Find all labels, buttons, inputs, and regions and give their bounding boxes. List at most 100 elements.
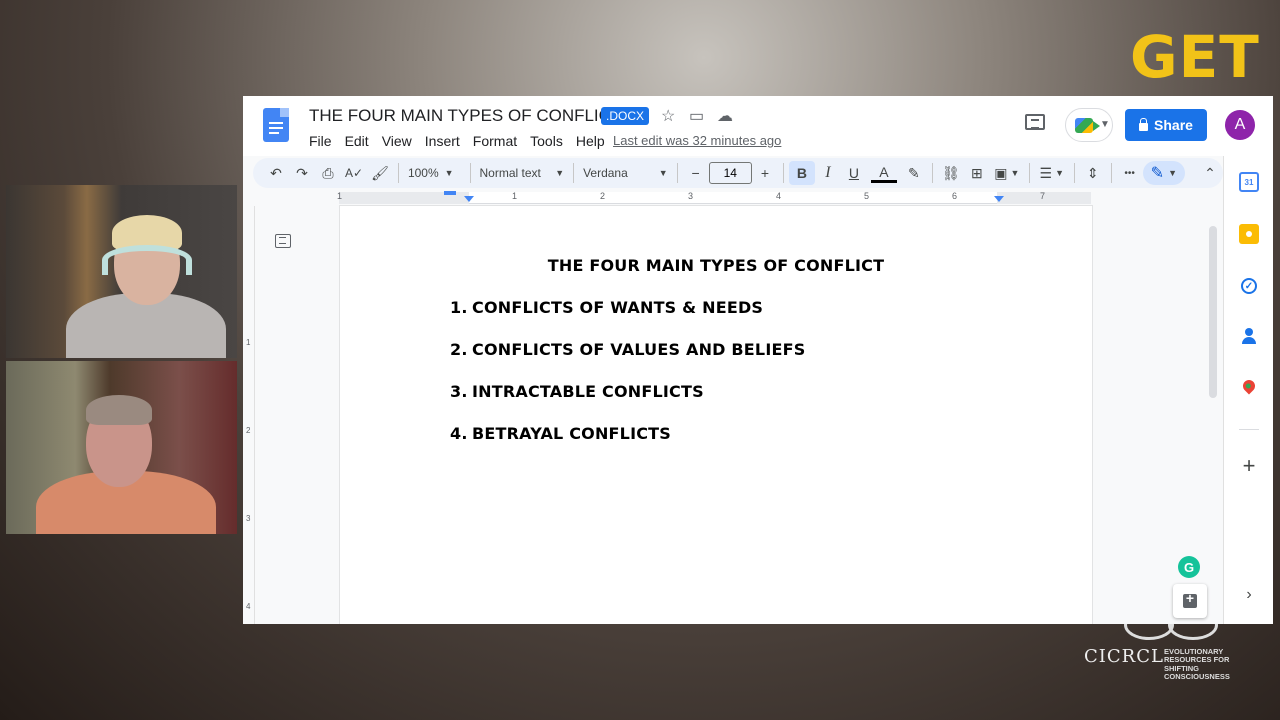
add-addon-plus-icon[interactable]: +	[1239, 455, 1259, 477]
ruler-number: 1	[246, 338, 251, 347]
contacts-icon[interactable]	[1239, 326, 1259, 346]
zoom-select[interactable]: 100% ▼	[404, 166, 465, 180]
text-color-button[interactable]: A	[870, 163, 897, 183]
move-folder-icon[interactable]: ▭	[689, 106, 704, 126]
docs-logo-icon[interactable]	[263, 108, 289, 142]
bold-button[interactable]: B	[788, 161, 815, 185]
document-outline-icon[interactable]	[275, 234, 291, 248]
redo-icon[interactable]: ↷	[289, 161, 315, 185]
document-page[interactable]: THE FOUR MAIN TYPES OF CONFLICT 1. CONFL…	[340, 206, 1092, 624]
right-indent-marker[interactable]	[994, 196, 1004, 202]
paint-format-icon[interactable]: 🖌︎	[367, 161, 393, 185]
italic-button[interactable]: I	[815, 161, 841, 185]
webcam-participant-2	[6, 361, 237, 534]
ruler-number: 3	[688, 191, 694, 201]
hide-menus-chevron-up-icon[interactable]: ⌃	[1197, 161, 1223, 185]
ruler-number: 3	[246, 514, 251, 523]
decrease-font-size-button[interactable]: −	[683, 161, 709, 185]
list-number: 1.	[450, 298, 468, 317]
ruler-number: 4	[246, 602, 251, 611]
more-options-button[interactable]: •••	[1117, 161, 1143, 185]
ruler-number: 4	[776, 191, 782, 201]
avatar[interactable]: A	[1225, 110, 1255, 140]
list-text: CONFLICTS OF VALUES AND BELIEFS	[472, 340, 806, 359]
google-docs-window: THE FOUR MAIN TYPES OF CONFLICT .DOCX ☆ …	[243, 96, 1273, 624]
first-line-indent-marker[interactable]	[444, 191, 456, 195]
chevron-down-icon: ▼	[1168, 168, 1177, 178]
menu-format[interactable]: Format	[473, 133, 517, 149]
vertical-ruler[interactable]: 1 2 3 4	[243, 206, 255, 624]
webcam-participant-1	[6, 185, 237, 358]
chevron-down-icon: ▼	[1100, 119, 1110, 130]
document-title[interactable]: THE FOUR MAIN TYPES OF CONFLICT	[309, 106, 621, 126]
list-item: 1. CONFLICTS OF WANTS & NEEDS	[450, 298, 805, 340]
grammarly-icon[interactable]: G	[1178, 556, 1200, 578]
star-icon[interactable]: ☆	[661, 106, 675, 126]
cloud-status-icon[interactable]: ☁	[717, 106, 733, 126]
ruler-number: 1	[512, 191, 518, 201]
comment-history-icon[interactable]	[1025, 114, 1045, 130]
zoom-value: 100%	[407, 166, 439, 180]
share-button[interactable]: Share	[1125, 109, 1207, 141]
menu-tools[interactable]: Tools	[530, 133, 563, 149]
font-size-input[interactable]: 14	[708, 162, 752, 184]
document-heading: THE FOUR MAIN TYPES OF CONFLICT	[547, 256, 885, 275]
vertical-scrollbar[interactable]	[1209, 226, 1217, 398]
show-side-panel-chevron-icon[interactable]: ›	[1239, 586, 1259, 604]
list-item: 2. CONFLICTS OF VALUES AND BELIEFS	[450, 340, 805, 382]
participant-2-hair	[86, 395, 152, 425]
ruler-number: 2	[246, 426, 251, 435]
last-edit-link[interactable]: Last edit was 32 minutes ago	[613, 133, 781, 148]
brand-name: CICRCL	[1084, 646, 1164, 667]
chevron-down-icon: ▼	[444, 168, 454, 178]
highlight-icon[interactable]: ✎	[901, 161, 927, 185]
list-text: CONFLICTS OF WANTS & NEEDS	[472, 298, 764, 317]
meet-button[interactable]: ▼	[1065, 108, 1113, 142]
style-select[interactable]: Normal text ▼	[476, 166, 569, 180]
calendar-icon[interactable]: 31	[1239, 172, 1259, 192]
keep-icon[interactable]	[1239, 224, 1259, 244]
list-text: INTRACTABLE CONFLICTS	[472, 382, 704, 401]
increase-font-size-button[interactable]: +	[752, 161, 778, 185]
menu-edit[interactable]: Edit	[345, 133, 369, 149]
left-indent-marker[interactable]	[464, 196, 474, 202]
tasks-icon: ✓	[1241, 278, 1257, 294]
ruler-number: 5	[864, 191, 870, 201]
list-number: 4.	[450, 424, 468, 443]
spellcheck-icon[interactable]: A✓	[341, 161, 367, 185]
menu-file[interactable]: File	[309, 133, 332, 149]
list-text: BETRAYAL CONFLICTS	[472, 424, 672, 443]
side-panel: 31 ✓ + ›	[1223, 156, 1273, 624]
align-icon[interactable]: ☰ ▼	[1035, 161, 1069, 185]
font-select[interactable]: Verdana ▼	[579, 166, 672, 180]
insert-image-icon[interactable]: ▣ ▼	[990, 161, 1024, 185]
ruler-number: 2	[600, 191, 606, 201]
menu-view[interactable]: View	[382, 133, 412, 149]
undo-icon[interactable]: ↶	[263, 161, 289, 185]
menu-insert[interactable]: Insert	[425, 133, 460, 149]
add-comment-icon[interactable]: ⊞	[964, 161, 990, 185]
link-icon[interactable]: ⛓︎	[938, 161, 964, 185]
explore-button[interactable]	[1173, 584, 1207, 618]
tasks-button[interactable]: ✓	[1239, 276, 1259, 296]
line-spacing-icon[interactable]: ⇕	[1080, 161, 1106, 185]
lock-icon	[1139, 118, 1149, 131]
formatting-toolbar: ↶ ↷ ⎙ A✓ 🖌︎ 100% ▼ Normal text ▼ Verdana…	[253, 158, 1223, 188]
chevron-down-icon: ▼	[658, 168, 668, 178]
print-icon[interactable]: ⎙	[315, 161, 341, 185]
underline-button[interactable]: U	[841, 161, 867, 185]
chevron-down-icon: ▼	[555, 168, 565, 178]
side-panel-divider	[1239, 429, 1259, 430]
numbered-list: 1. CONFLICTS OF WANTS & NEEDS 2. CONFLIC…	[450, 298, 805, 466]
pencil-icon: ✎	[1150, 165, 1165, 182]
horizontal-ruler[interactable]: 1 1 2 3 4 5 6 7	[337, 191, 1091, 204]
ruler-number: 7	[1040, 191, 1046, 201]
maps-icon[interactable]	[1239, 376, 1259, 396]
explore-icon	[1183, 590, 1197, 608]
list-number: 2.	[450, 340, 468, 359]
meet-icon	[1075, 118, 1100, 133]
title-bar: THE FOUR MAIN TYPES OF CONFLICT .DOCX ☆ …	[243, 96, 1273, 156]
editing-mode-button[interactable]: ✎ ▼	[1142, 161, 1185, 185]
menu-help[interactable]: Help	[576, 133, 605, 149]
ruler-number: 6	[952, 191, 958, 201]
